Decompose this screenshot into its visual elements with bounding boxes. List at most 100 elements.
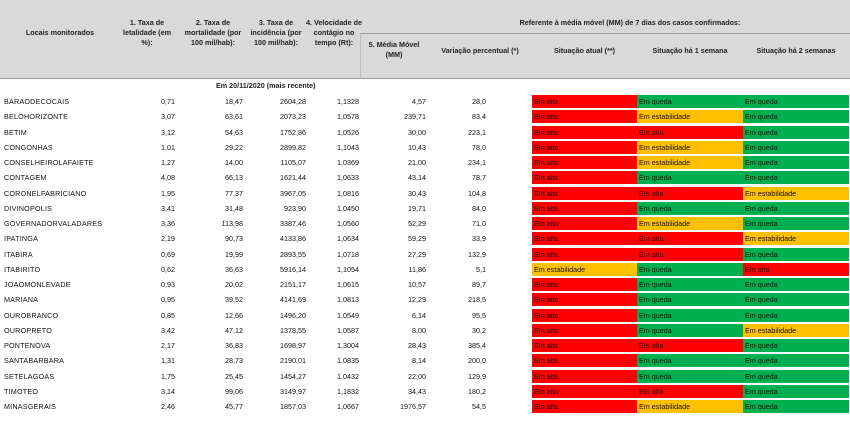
location-cell: TIMOTEO: [4, 386, 39, 396]
incidencia-cell: 1621,44: [280, 173, 306, 183]
situacao-1-semana-cell: Em estabilidade: [637, 400, 743, 413]
situacao-1-semana-cell: Em alta: [637, 125, 743, 139]
variacao-cell: 71,0: [472, 219, 486, 228]
table-row: MINASGERAIS 2,46 45,77 1857,03 1,0667 1976,57…: [0, 399, 850, 414]
situacao-atual-cell: Em alta: [532, 293, 637, 307]
situacao-atual-cell: Em estabilidade: [532, 262, 637, 276]
situacao-1-semana-cell: Em alta: [637, 339, 743, 352]
incidencia-cell: 1105,07: [280, 158, 306, 167]
situacao-atual-cell: Em alta: [532, 339, 637, 352]
variacao-cell: 78,0: [472, 142, 486, 152]
location-cell: GOVERNADORVALADARES: [4, 219, 103, 228]
media-movel-cell: 6,14: [412, 310, 426, 320]
location-cell: JOAOMONLEVADE: [4, 280, 71, 289]
incidencia-cell: 2151,17: [280, 280, 306, 289]
situacao-1-semana-cell: Em alta: [637, 384, 743, 398]
location-cell: BETIM: [4, 127, 27, 137]
rt-cell: 1,0615: [337, 280, 359, 289]
media-movel-cell: 10,43: [408, 142, 426, 152]
mortalidade-cell: 45,77: [225, 402, 243, 411]
mortalidade-cell: 12,66: [225, 310, 243, 320]
situacao-2-semanas-cell: Em queda: [743, 400, 849, 413]
situacao-1-semana-cell: Em queda: [637, 293, 743, 307]
header-variacao: Variação percentual (*): [441, 46, 519, 55]
variacao-cell: 84,0: [472, 203, 486, 213]
mortalidade-cell: 14,00: [225, 158, 243, 167]
table-row: GOVERNADORVALADARES 3,36 113,98 3387,46 1,05…: [0, 216, 850, 231]
situacao-atual-cell: Em alta: [532, 125, 637, 139]
location-cell: CORONELFABRICIANO: [4, 188, 87, 198]
situacao-1-semana-cell: Em estabilidade: [637, 110, 743, 124]
media-movel-cell: 30,00: [408, 127, 426, 137]
table-row: ITABIRITO 0,62 36,63 5916,14 1,1054 11,86 5,1 E…: [0, 262, 850, 277]
incidencia-cell: 1454,27: [280, 371, 306, 381]
location-cell: ITABIRA: [4, 249, 33, 259]
media-movel-cell: 8,14: [412, 356, 426, 366]
letalidade-cell: 3,41: [161, 203, 175, 213]
incidencia-cell: 1698,97: [280, 341, 306, 350]
media-movel-cell: 8,00: [412, 325, 426, 335]
rt-cell: 1,0587: [337, 325, 359, 335]
table-row: JOAOMONLEVADE 0,93 20,02 2151,17 1,0615 10,57…: [0, 277, 850, 292]
letalidade-cell: 3,42: [161, 325, 175, 335]
location-cell: ITABIRITO: [4, 264, 41, 274]
media-movel-cell: 52,29: [408, 219, 426, 228]
situacao-2-semanas-cell: Em queda: [743, 156, 849, 169]
mortalidade-cell: 31,48: [225, 203, 243, 213]
letalidade-cell: 1,01: [161, 142, 175, 152]
table-row: CORONELFABRICIANO 1,95 77,37 3967,05 1,0816 3…: [0, 186, 850, 201]
situacao-1-semana-cell: Em queda: [637, 262, 743, 276]
situacao-2-semanas-cell: Em queda: [743, 201, 849, 215]
situacao-2-semanas-cell: Em queda: [743, 217, 849, 230]
variacao-cell: 89,7: [472, 280, 486, 289]
date-label-row: Em 20/11/2020 (mais recente): [0, 78, 850, 94]
table-row: OUROBRANCO 0,85 12,66 1496,20 1,0549 6,14 95,5…: [0, 308, 850, 323]
letalidade-cell: 3,14: [161, 386, 175, 396]
mortalidade-cell: 18,47: [225, 97, 243, 106]
rt-cell: 1,0432: [337, 371, 359, 381]
location-cell: BELOHORIZONTE: [4, 112, 69, 122]
incidencia-cell: 2604,28: [280, 97, 306, 106]
letalidade-cell: 1,75: [161, 371, 175, 381]
media-movel-cell: 22,00: [408, 371, 426, 381]
rt-cell: 1,0578: [337, 112, 359, 122]
situacao-1-semana-cell: Em queda: [637, 308, 743, 322]
letalidade-cell: 0,69: [161, 249, 175, 259]
location-cell: OUROPRETO: [4, 325, 52, 335]
situacao-2-semanas-cell: Em queda: [743, 369, 849, 383]
situacao-atual-cell: Em alta: [532, 247, 637, 261]
variacao-cell: 33,9: [472, 234, 486, 244]
header-situacao-atual: Situação atual (**): [553, 46, 616, 55]
incidencia-cell: 5916,14: [280, 264, 306, 274]
mortalidade-cell: 19,99: [225, 249, 243, 259]
incidencia-cell: 923,90: [284, 203, 306, 213]
letalidade-cell: 0,95: [161, 295, 175, 305]
table-row: BELOHORIZONTE 3,07 63,61 2073,23 1,0578 239,7…: [0, 109, 850, 124]
situacao-2-semanas-cell: Em queda: [743, 308, 849, 322]
rt-cell: 1,0369: [337, 158, 359, 167]
mortalidade-cell: 90,73: [225, 234, 243, 244]
media-movel-cell: 21,00: [408, 158, 426, 167]
incidencia-cell: 2190,01: [280, 356, 306, 366]
mortalidade-cell: 28,73: [225, 356, 243, 366]
situacao-2-semanas-cell: Em estabilidade: [743, 186, 849, 200]
media-movel-cell: 19,71: [408, 203, 426, 213]
situacao-1-semana-cell: Em queda: [637, 323, 743, 337]
situacao-1-semana-cell: Em estabilidade: [637, 140, 743, 154]
letalidade-cell: 1,95: [161, 188, 175, 198]
variacao-cell: 30,2: [472, 325, 486, 335]
table-row: CONTAGEM 4,08 66,13 1621,44 1,0633 43,14 78,7 E…: [0, 170, 850, 185]
variacao-cell: 5,1: [476, 264, 486, 274]
situacao-atual-cell: Em alta: [532, 95, 637, 108]
table-body: BARAODECOCAIS 0,71 18,47 2604,28 1,1328 4,57 2…: [0, 94, 850, 414]
header-situacao-1-semana: Situação há 1 semana: [652, 46, 728, 55]
incidencia-cell: 2073,23: [280, 112, 306, 122]
incidencia-cell: 1496,20: [280, 310, 306, 320]
situacao-2-semanas-cell: Em queda: [743, 125, 849, 139]
situacao-1-semana-cell: Em estabilidade: [637, 217, 743, 230]
rt-cell: 1,0450: [337, 203, 359, 213]
situacao-1-semana-cell: Em alta: [637, 247, 743, 261]
situacao-2-semanas-cell: Em estabilidade: [743, 323, 849, 337]
situacao-1-semana-cell: Em queda: [637, 354, 743, 368]
header-locais: Locais monitorados: [25, 28, 95, 37]
